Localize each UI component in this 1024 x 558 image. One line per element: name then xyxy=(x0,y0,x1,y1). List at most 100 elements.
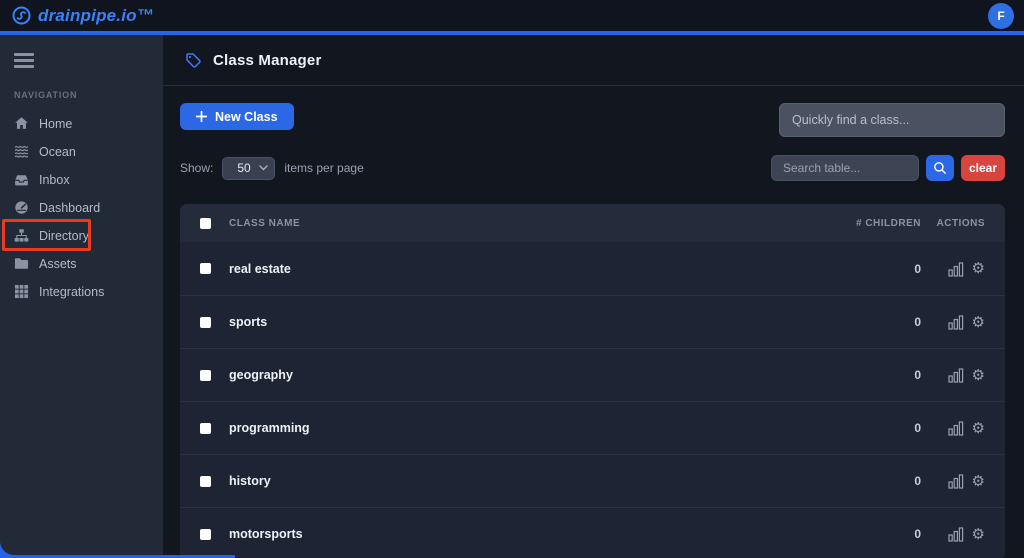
sidebar-item-inbox[interactable]: Inbox xyxy=(0,166,163,194)
page-content: New Class Show: 50 items per page xyxy=(163,86,1024,558)
menu-toggle-icon[interactable] xyxy=(14,53,34,68)
table-row: real estate 0 ⚙ xyxy=(180,242,1005,295)
class-name-cell: motorsports xyxy=(229,527,841,541)
page-size-select[interactable]: 50 xyxy=(222,157,275,180)
nav-section-label: NAVIGATION xyxy=(14,90,163,100)
plus-icon xyxy=(196,111,207,122)
logo-text: drainpipe.io™ xyxy=(38,6,154,26)
column-header-actions: ACTIONS xyxy=(935,218,985,229)
toolbar-row-top: New Class xyxy=(180,103,1005,137)
sidebar-item-assets[interactable]: Assets xyxy=(0,250,163,278)
column-header-class-name: CLASS NAME xyxy=(229,218,841,229)
folder-icon xyxy=(14,256,29,271)
sidebar-item-ocean[interactable]: Ocean xyxy=(0,138,163,166)
bar-chart-icon[interactable] xyxy=(948,261,964,277)
table-row: motorsports 0 ⚙ xyxy=(180,507,1005,558)
row-actions: ⚙ xyxy=(935,261,985,277)
gear-icon[interactable]: ⚙ xyxy=(972,527,985,542)
grid-icon xyxy=(14,284,29,299)
select-all-checkbox[interactable] xyxy=(200,218,211,229)
show-label: Show: xyxy=(180,161,213,175)
row-checkbox[interactable] xyxy=(200,529,211,540)
table-header-row: CLASS NAME # CHILDREN ACTIONS xyxy=(180,204,1005,242)
sidebar-item-directory[interactable]: Directory xyxy=(0,222,163,250)
column-header-children: # CHILDREN xyxy=(841,218,921,229)
table-row: programming 0 ⚙ xyxy=(180,401,1005,454)
sidebar-item-integrations[interactable]: Integrations xyxy=(0,278,163,306)
bar-chart-icon[interactable] xyxy=(948,420,964,436)
row-actions: ⚙ xyxy=(935,526,985,542)
page-title: Class Manager xyxy=(213,52,321,69)
table-search-input[interactable] xyxy=(771,155,919,181)
waves-icon xyxy=(14,144,29,159)
home-icon xyxy=(14,116,29,131)
speedometer-icon xyxy=(14,200,29,215)
row-checkbox[interactable] xyxy=(200,370,211,381)
logo[interactable]: drainpipe.io™ xyxy=(12,6,154,26)
table-row: geography 0 ⚙ xyxy=(180,348,1005,401)
sidebar-item-label: Integrations xyxy=(39,285,104,299)
table-row: sports 0 ⚙ xyxy=(180,295,1005,348)
sidebar-item-label: Home xyxy=(39,117,72,131)
class-name-cell: history xyxy=(229,474,841,488)
class-table: CLASS NAME # CHILDREN ACTIONS real estat… xyxy=(180,204,1005,558)
clear-button[interactable]: clear xyxy=(961,155,1005,181)
gear-icon[interactable]: ⚙ xyxy=(972,421,985,436)
bar-chart-icon[interactable] xyxy=(948,473,964,489)
children-count-cell: 0 xyxy=(841,368,921,382)
gear-icon[interactable]: ⚙ xyxy=(972,315,985,330)
gear-icon[interactable]: ⚙ xyxy=(972,261,985,276)
sidebar-item-home[interactable]: Home xyxy=(0,110,163,138)
sidebar-item-label: Dashboard xyxy=(39,201,100,215)
page-size-group: Show: 50 items per page xyxy=(180,157,364,180)
row-checkbox[interactable] xyxy=(200,263,211,274)
row-checkbox[interactable] xyxy=(200,423,211,434)
main-area: Class Manager New Class Show: 50 items p… xyxy=(163,35,1024,558)
page-header: Class Manager xyxy=(163,35,1024,86)
children-count-cell: 0 xyxy=(841,262,921,276)
sidebar-item-dashboard[interactable]: Dashboard xyxy=(0,194,163,222)
inbox-icon xyxy=(14,172,29,187)
table-row: history 0 ⚙ xyxy=(180,454,1005,507)
gear-icon[interactable]: ⚙ xyxy=(972,474,985,489)
row-actions: ⚙ xyxy=(935,473,985,489)
top-bar: drainpipe.io™ F xyxy=(0,0,1024,33)
row-actions: ⚙ xyxy=(935,420,985,436)
toolbar-row-bottom: Show: 50 items per page cl xyxy=(180,155,1005,181)
drainpipe-logo-icon xyxy=(12,6,31,25)
sidebar-item-label: Assets xyxy=(39,257,77,271)
children-count-cell: 0 xyxy=(841,527,921,541)
children-count-cell: 0 xyxy=(841,474,921,488)
search-icon xyxy=(933,161,947,175)
row-actions: ⚙ xyxy=(935,314,985,330)
sidebar-item-label: Ocean xyxy=(39,145,76,159)
bar-chart-icon[interactable] xyxy=(948,314,964,330)
class-name-cell: geography xyxy=(229,368,841,382)
row-checkbox[interactable] xyxy=(200,317,211,328)
sidebar: NAVIGATION Home Ocean xyxy=(0,35,163,555)
gear-icon[interactable]: ⚙ xyxy=(972,368,985,383)
class-name-cell: sports xyxy=(229,315,841,329)
search-button[interactable] xyxy=(926,155,954,181)
table-search-group: clear xyxy=(771,155,1005,181)
sitemap-icon xyxy=(14,228,29,243)
tag-icon xyxy=(185,52,202,69)
children-count-cell: 0 xyxy=(841,421,921,435)
sidebar-item-label: Directory xyxy=(39,229,89,243)
class-name-cell: real estate xyxy=(229,262,841,276)
user-avatar[interactable]: F xyxy=(988,3,1014,29)
class-name-cell: programming xyxy=(229,421,841,435)
chevron-down-icon xyxy=(259,165,268,171)
page-size-value: 50 xyxy=(237,161,250,175)
row-actions: ⚙ xyxy=(935,367,985,383)
sidebar-item-label: Inbox xyxy=(39,173,70,187)
bar-chart-icon[interactable] xyxy=(948,526,964,542)
app-window: drainpipe.io™ F NAVIGATION Home xyxy=(0,0,1024,558)
row-checkbox[interactable] xyxy=(200,476,211,487)
new-class-button-label: New Class xyxy=(215,110,278,124)
children-count-cell: 0 xyxy=(841,315,921,329)
quick-find-input[interactable] xyxy=(779,103,1005,137)
bar-chart-icon[interactable] xyxy=(948,367,964,383)
items-per-page-label: items per page xyxy=(284,161,363,175)
new-class-button[interactable]: New Class xyxy=(180,103,294,130)
